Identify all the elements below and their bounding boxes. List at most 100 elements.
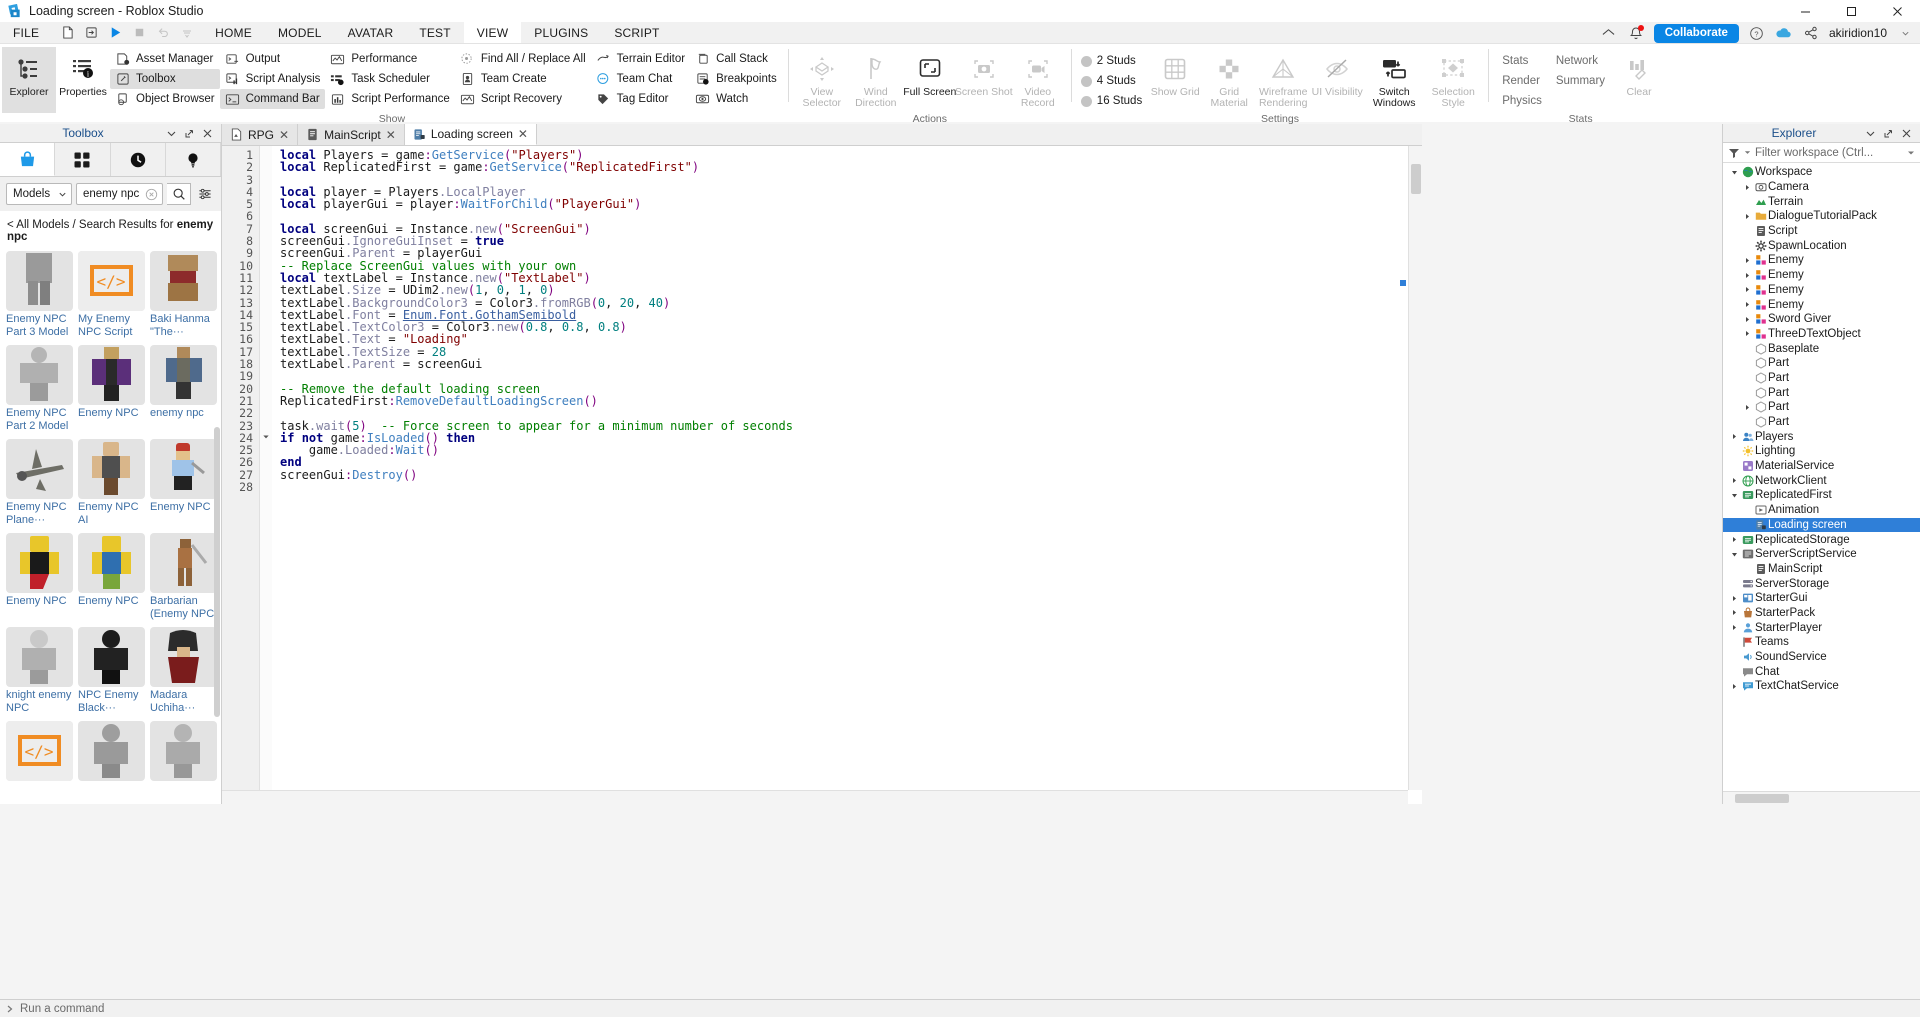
editor-vertical-scroll-thumb[interactable]: [1411, 164, 1421, 194]
explorer-tree-item[interactable]: ReplicatedStorage: [1723, 532, 1920, 547]
chevron-right-icon[interactable]: [1742, 286, 1753, 293]
stop-icon[interactable]: [128, 23, 150, 43]
collaborate-button[interactable]: Collaborate: [1654, 24, 1739, 43]
explorer-tree-item[interactable]: ServerStorage: [1723, 576, 1920, 591]
explorer-filter-input[interactable]: Filter workspace (Ctrl...: [1755, 147, 1903, 159]
toolbox-result-item[interactable]: Enemy NPC Plane···: [6, 439, 73, 527]
chevron-right-icon[interactable]: [1742, 184, 1753, 191]
ui-visibility-button[interactable]: UI Visibility: [1310, 47, 1364, 113]
toolbox-result-item[interactable]: Barbarian (Enemy NPC: [150, 533, 217, 621]
properties-button[interactable]: i Properties: [56, 47, 110, 113]
explorer-tree-item[interactable]: Chat: [1723, 664, 1920, 679]
explorer-tree-item[interactable]: Part: [1723, 356, 1920, 371]
chevron-down-icon[interactable]: [1907, 149, 1915, 157]
menu-file[interactable]: FILE: [0, 22, 52, 43]
toolbox-result-item[interactable]: Enemy NPC Part 3 Model: [6, 251, 73, 339]
explorer-tree-item[interactable]: MaterialService: [1723, 459, 1920, 474]
toolbox-breadcrumb[interactable]: < All Models / Search Results for enemy …: [0, 211, 221, 247]
explorer-tree-item[interactable]: TextChatService: [1723, 679, 1920, 694]
play-icon[interactable]: [104, 23, 126, 43]
explorer-tree-item[interactable]: Loading screen: [1723, 518, 1920, 533]
explorer-tree-item[interactable]: Teams: [1723, 635, 1920, 650]
stats-toggle[interactable]: Stats: [1495, 51, 1549, 71]
tag-editor-button[interactable]: Tag Editor: [591, 89, 690, 109]
grid-material-button[interactable]: Grid Material: [1202, 47, 1256, 113]
summary-toggle[interactable]: Summary: [1549, 71, 1612, 91]
toolbox-result-item[interactable]: Enemy NPC Part 2 Model: [6, 345, 73, 433]
toolbox-tab-recent[interactable]: [111, 143, 166, 176]
explorer-tree-item[interactable]: Baseplate: [1723, 341, 1920, 356]
clear-stats-button[interactable]: Clear: [1612, 47, 1666, 113]
radio-4-studs[interactable]: 4 Studs: [1078, 71, 1148, 91]
fold-arrow-icon[interactable]: [262, 433, 270, 441]
explorer-tree-item[interactable]: SoundService: [1723, 650, 1920, 665]
chevron-right-icon[interactable]: [1729, 477, 1740, 484]
object-browser-button[interactable]: Object Browser: [110, 89, 220, 109]
chevron-right-icon[interactable]: [1742, 272, 1753, 279]
cloud-icon[interactable]: [1775, 24, 1793, 42]
redo-dropdown-icon[interactable]: [176, 23, 198, 43]
toolbox-category-select[interactable]: Models: [6, 183, 72, 205]
new-file-icon[interactable]: [56, 23, 78, 43]
explorer-tree-item[interactable]: Enemy: [1723, 297, 1920, 312]
chevron-down-icon[interactable]: [1729, 551, 1740, 558]
explorer-tree-item[interactable]: Sword Giver: [1723, 312, 1920, 327]
close-button[interactable]: [1874, 0, 1920, 22]
toolbox-search-input[interactable]: enemy npc: [76, 183, 163, 205]
breakpoints-button[interactable]: Breakpoints: [690, 69, 782, 89]
popout-icon[interactable]: [1883, 128, 1894, 139]
toolbox-scrollbar-thumb[interactable]: [214, 427, 220, 717]
code-line[interactable]: textLabel.Parent = screenGui: [280, 358, 1422, 370]
find-replace-all-button[interactable]: Find All / Replace All: [455, 49, 591, 69]
chevron-right-icon[interactable]: [1742, 316, 1753, 323]
chevron-right-icon[interactable]: [1742, 301, 1753, 308]
popout-icon[interactable]: [184, 128, 195, 139]
toolbox-result-item[interactable]: Enemy NPC: [6, 533, 73, 621]
network-toggle[interactable]: Network: [1549, 51, 1612, 71]
explorer-tree-item[interactable]: MainScript: [1723, 562, 1920, 577]
import-icon[interactable]: [80, 23, 102, 43]
chevron-down-icon[interactable]: [1896, 24, 1914, 42]
toolbox-result-item[interactable]: Madara Uchiha···: [150, 627, 217, 715]
toolbox-result-item[interactable]: Enemy NPC: [78, 533, 145, 621]
call-stack-button[interactable]: Call Stack: [690, 49, 782, 69]
code-line[interactable]: local playerGui = player:WaitForChild("P…: [280, 198, 1422, 210]
toolbox-tab-inventory[interactable]: [55, 143, 110, 176]
toolbox-result-item[interactable]: [78, 721, 145, 781]
explorer-tree-item[interactable]: ServerScriptService: [1723, 547, 1920, 562]
chevron-right-icon[interactable]: [1729, 536, 1740, 543]
maximize-button[interactable]: [1828, 0, 1874, 22]
output-button[interactable]: Output: [220, 49, 326, 69]
screen-shot-button[interactable]: Screen Shot: [957, 47, 1011, 113]
explorer-tree-item[interactable]: NetworkClient: [1723, 473, 1920, 488]
explorer-tree-item[interactable]: ThreeDTextObject: [1723, 327, 1920, 342]
full-screen-button[interactable]: Full Screen: [903, 47, 957, 113]
code-line[interactable]: ReplicatedFirst:RemoveDefaultLoadingScre…: [280, 395, 1422, 407]
editor-tab-loading-screen[interactable]: Loading screen ✕: [405, 124, 537, 145]
chevron-right-icon[interactable]: [1729, 609, 1740, 616]
explorer-tree[interactable]: WorkspaceCameraTerrainDialogueTutorialPa…: [1723, 163, 1920, 791]
explorer-horizontal-scroll-thumb[interactable]: [1735, 794, 1789, 803]
explorer-tree-item[interactable]: ReplicatedFirst: [1723, 488, 1920, 503]
chevron-right-icon[interactable]: [1742, 257, 1753, 264]
toolbox-result-item[interactable]: enemy npc: [150, 345, 217, 433]
wireframe-rendering-button[interactable]: Wireframe Rendering: [1256, 47, 1310, 113]
toolbox-result-item[interactable]: </>: [6, 721, 73, 781]
explorer-tree-item[interactable]: Animation: [1723, 503, 1920, 518]
explorer-filter-bar[interactable]: Filter workspace (Ctrl...: [1723, 143, 1920, 163]
toolbox-result-item[interactable]: NPC Enemy Black···: [78, 627, 145, 715]
switch-windows-button[interactable]: Switch Windows: [1364, 47, 1424, 113]
explorer-tree-item[interactable]: Part: [1723, 415, 1920, 430]
toolbox-result-item[interactable]: Enemy NPC: [78, 345, 145, 433]
menu-view[interactable]: VIEW: [464, 22, 521, 43]
code-line[interactable]: if not game:IsLoaded() then: [280, 432, 1422, 444]
help-circle-icon[interactable]: ?: [1748, 24, 1766, 42]
toolbox-tab-marketplace[interactable]: [0, 143, 55, 176]
code-line[interactable]: local ReplicatedFirst = game:GetService(…: [280, 161, 1422, 173]
explorer-tree-item[interactable]: StarterPack: [1723, 606, 1920, 621]
explorer-tree-item[interactable]: Workspace: [1723, 165, 1920, 180]
chevron-right-icon[interactable]: [1742, 213, 1753, 220]
share-icon[interactable]: [1802, 24, 1820, 42]
filter-icon[interactable]: [1728, 147, 1740, 159]
script-performance-button[interactable]: Script Performance: [325, 89, 454, 109]
